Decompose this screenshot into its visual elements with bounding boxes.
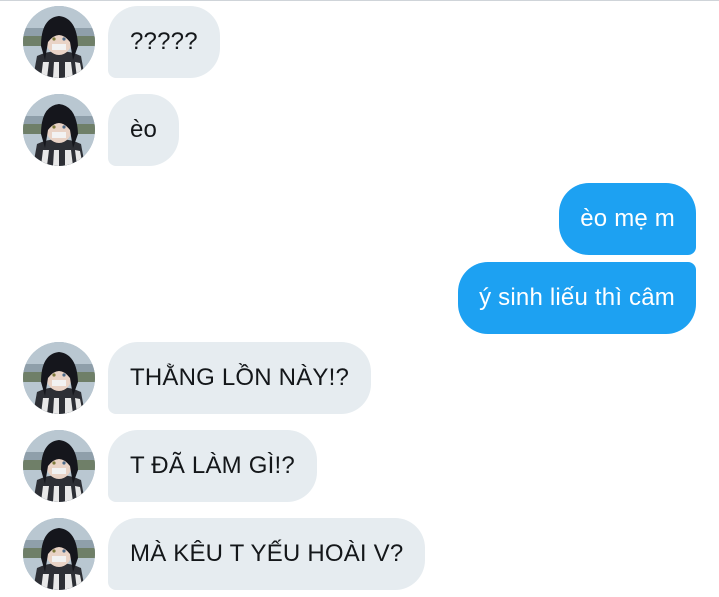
avatar[interactable] bbox=[23, 342, 95, 414]
top-divider bbox=[0, 0, 719, 1]
message-bubble-incoming[interactable]: èo bbox=[108, 94, 180, 166]
message-bubble-incoming[interactable]: ????? bbox=[108, 6, 220, 78]
message-bubble-outgoing[interactable]: èo mẹ m bbox=[559, 183, 696, 255]
message-bubble-incoming[interactable]: MÀ KÊU T YẾU HOÀI V? bbox=[108, 518, 426, 590]
avatar[interactable] bbox=[23, 518, 95, 590]
message-bubble-incoming[interactable]: T ĐÃ LÀM GÌ!? bbox=[108, 430, 317, 502]
message-bubble-incoming[interactable]: THẰNG LỒN NÀY!? bbox=[108, 342, 372, 414]
avatar[interactable] bbox=[23, 430, 95, 502]
avatar[interactable] bbox=[23, 94, 95, 166]
avatar[interactable] bbox=[23, 6, 95, 78]
message-bubble-outgoing[interactable]: ý sinh liếu thì câm bbox=[458, 262, 696, 334]
